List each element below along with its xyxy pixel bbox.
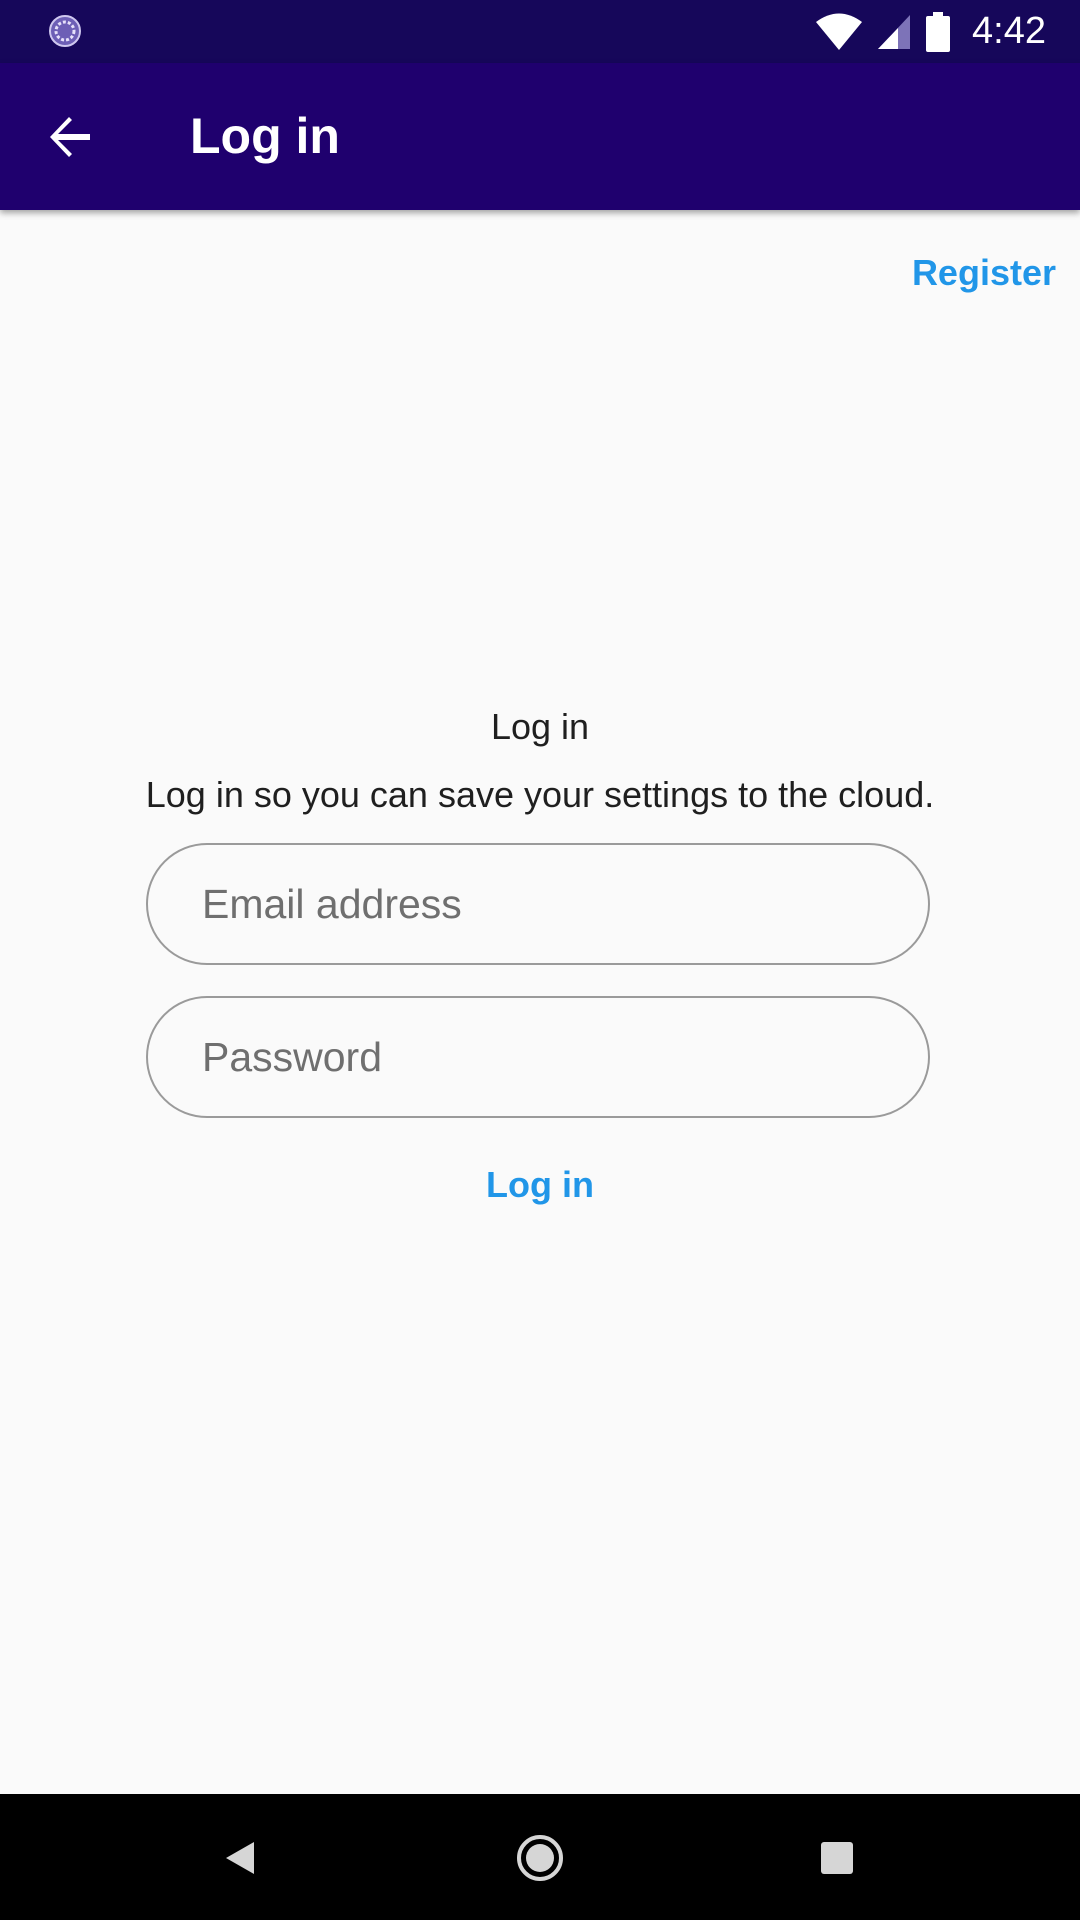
status-icons: 4:42 [816, 0, 1046, 63]
register-button[interactable]: Register [912, 252, 1056, 294]
wifi-icon [816, 13, 863, 50]
nav-home-icon [517, 1835, 563, 1881]
app-bar: Log in [0, 63, 1080, 210]
system-nav-bar [0, 1794, 1080, 1920]
email-field[interactable] [200, 879, 884, 929]
nav-recents-button[interactable] [801, 1822, 873, 1894]
form-subtitle: Log in so you can save your settings to … [145, 774, 935, 815]
nav-back-icon [226, 1842, 254, 1874]
password-field[interactable] [200, 1032, 884, 1082]
login-button[interactable]: Log in [486, 1164, 594, 1205]
nav-back-button[interactable] [204, 1822, 276, 1894]
status-bar: 4:42 [0, 0, 1080, 63]
login-button-row: Log in [0, 1164, 1080, 1206]
email-field-container[interactable] [146, 843, 930, 965]
password-field-container[interactable] [146, 996, 930, 1118]
battery-icon [926, 11, 951, 52]
nav-home-button[interactable] [504, 1822, 576, 1894]
form-title: Log in [490, 706, 590, 747]
nav-recents-icon [821, 1842, 853, 1874]
cellular-signal-icon [878, 14, 911, 49]
status-time: 4:42 [972, 10, 1046, 52]
arrow-back-icon [50, 117, 90, 157]
sync-circle-icon [49, 15, 81, 47]
page-title: Log in [190, 108, 340, 164]
back-button[interactable] [34, 101, 106, 173]
